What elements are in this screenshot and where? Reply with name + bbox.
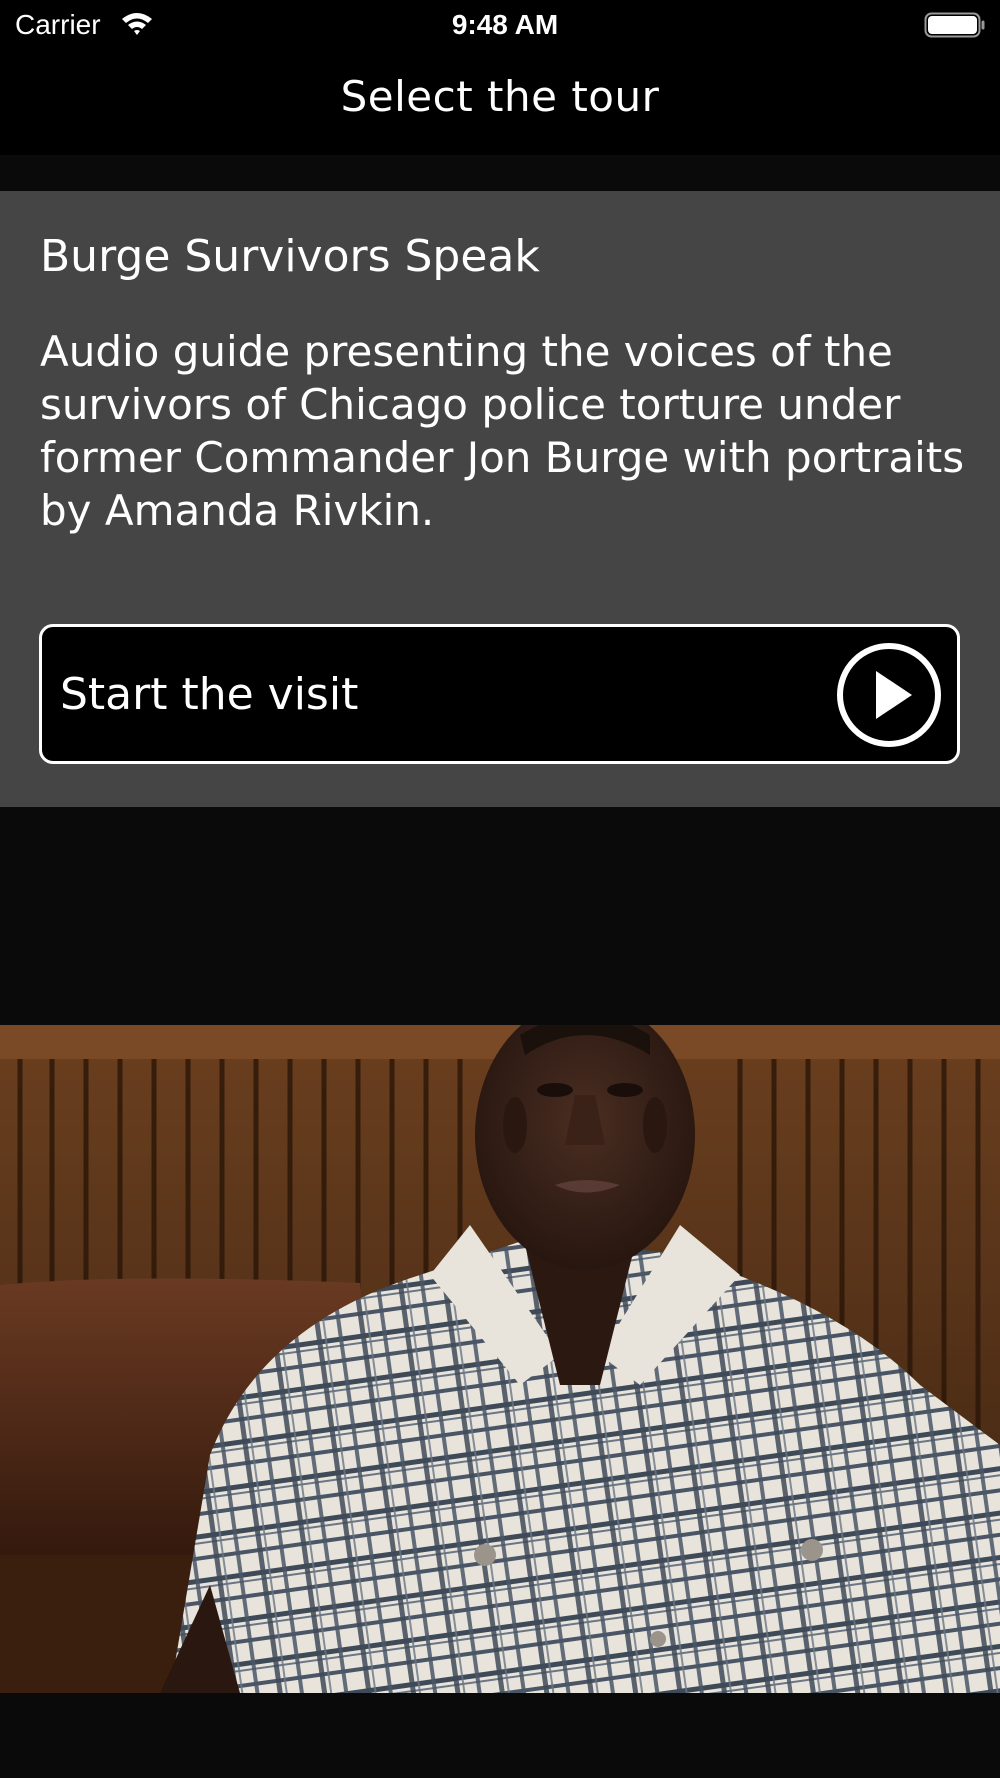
page-title: Select the tour bbox=[340, 72, 660, 121]
status-bar: Carrier 9:48 AM bbox=[0, 0, 1000, 50]
tour-card: Burge Survivors Speak Audio guide presen… bbox=[0, 191, 1000, 807]
battery-icon bbox=[924, 12, 986, 38]
status-time: 9:48 AM bbox=[451, 9, 559, 40]
tour-description: Audio guide presenting the voices of the… bbox=[40, 327, 965, 535]
nav-bar: Select the tour bbox=[0, 50, 1000, 155]
play-icon[interactable] bbox=[836, 642, 942, 748]
tour-title: Burge Survivors Speak bbox=[40, 231, 540, 282]
start-visit-label: Start the visit bbox=[60, 669, 359, 720]
start-visit-button[interactable]: Start the visit bbox=[39, 624, 960, 764]
tour-portrait-image bbox=[0, 1025, 1000, 1693]
